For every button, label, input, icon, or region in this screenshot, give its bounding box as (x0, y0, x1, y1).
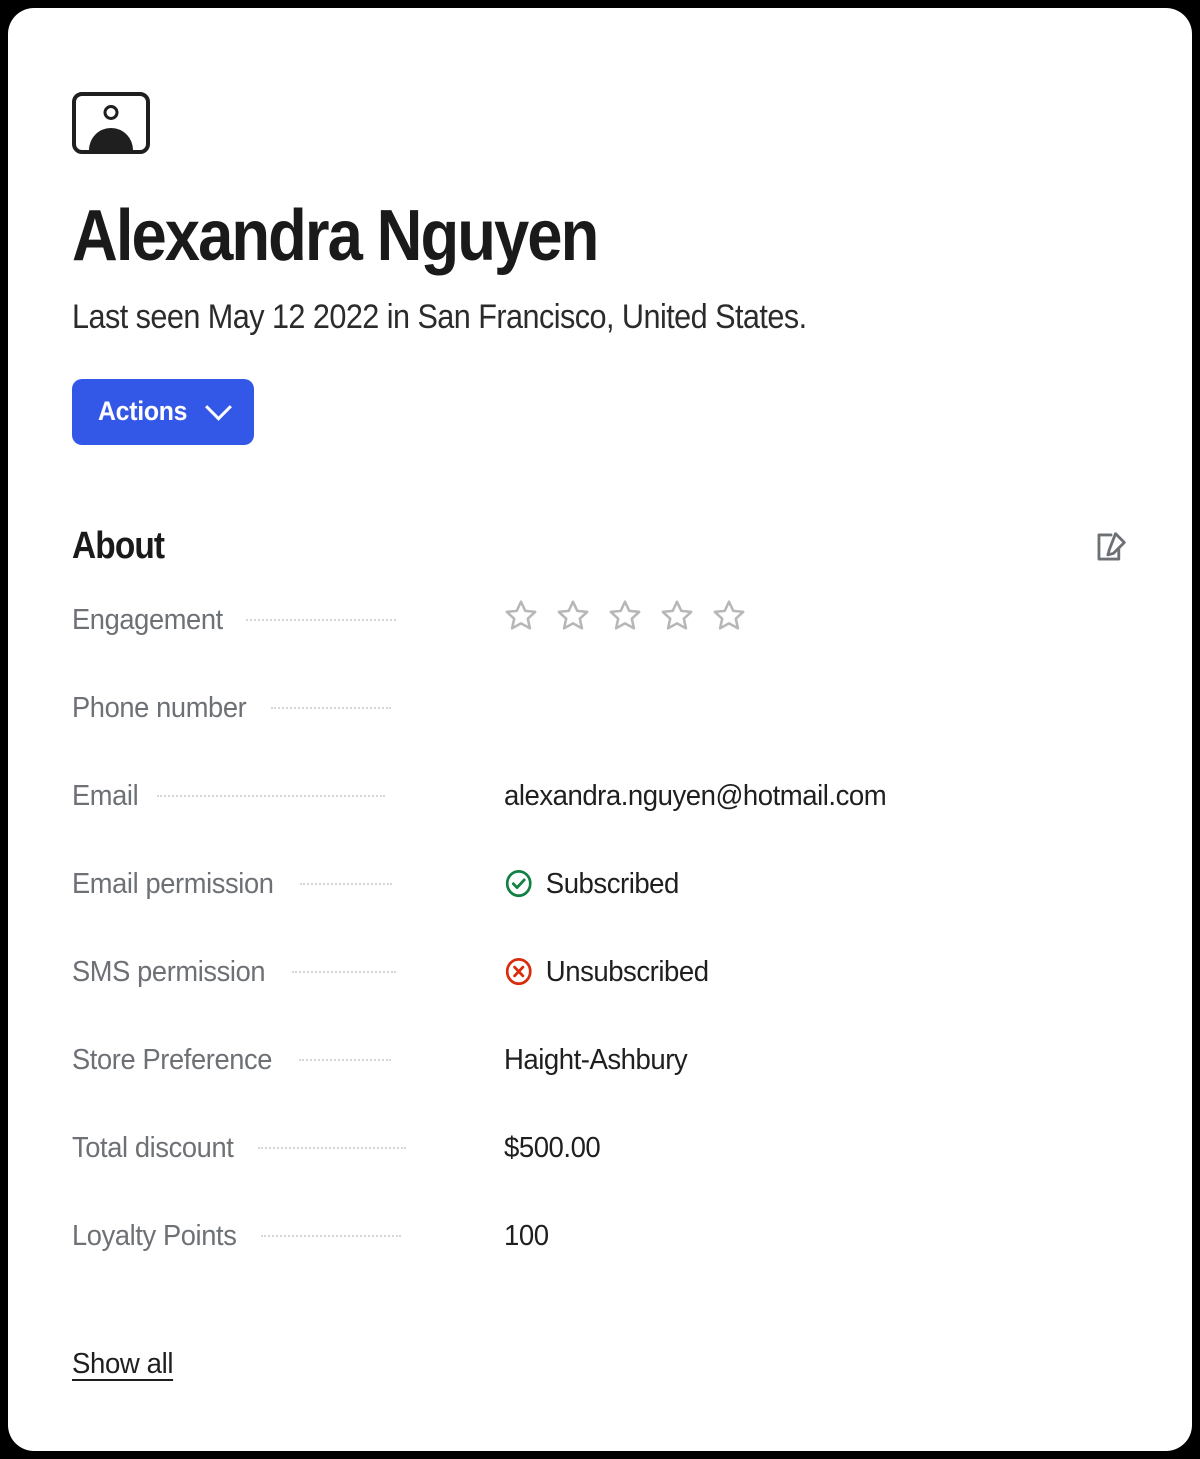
field-row-engagement: Engagement (72, 600, 1128, 692)
about-section-heading: About (72, 525, 165, 568)
leader-dots (300, 882, 393, 886)
leader-dots (257, 1146, 406, 1150)
leader-dots (298, 1058, 391, 1062)
leader-dots (271, 706, 392, 710)
leader-dots (260, 1234, 401, 1238)
avatar-body-shape (89, 128, 133, 150)
field-value: $500.00 (504, 1132, 601, 1165)
field-label: Total discount (72, 1132, 234, 1165)
show-all-link[interactable]: Show all (72, 1348, 173, 1381)
field-row-loyalty-points: Loyalty Points 100 (72, 1220, 1128, 1308)
actions-button-label: Actions (98, 396, 188, 427)
field-label: Engagement (72, 604, 223, 637)
field-value: alexandra.nguyen@hotmail.com (504, 780, 887, 813)
field-value: Haight-Ashbury (504, 1044, 688, 1077)
field-row-email: Email alexandra.nguyen@hotmail.com (72, 780, 1128, 868)
circle-x-icon (504, 956, 533, 987)
field-value: Subscribed (504, 868, 679, 899)
field-row-phone-number: Phone number (72, 692, 1128, 780)
field-label: Email (72, 780, 139, 813)
field-label: Loyalty Points (72, 1220, 237, 1253)
star-icon[interactable] (504, 598, 538, 632)
chevron-down-icon (204, 393, 232, 421)
status-badge-label: Unsubscribed (545, 956, 709, 989)
about-field-list: Engagement Phone number Email alexandra.… (72, 600, 1128, 1308)
field-label: Store Preference (72, 1044, 273, 1077)
field-row-total-discount: Total discount $500.00 (72, 1132, 1128, 1220)
actions-button[interactable]: Actions (72, 379, 254, 446)
star-icon[interactable] (712, 598, 746, 632)
status-badge-label: Subscribed (545, 868, 680, 901)
person-placeholder-icon (72, 92, 150, 154)
field-row-sms-permission: SMS permission Unsubscribed (72, 956, 1128, 1044)
engagement-rating[interactable] (504, 598, 746, 632)
field-row-email-permission: Email permission Subscribed (72, 868, 1128, 956)
customer-profile-card: Alexandra Nguyen Last seen May 12 2022 i… (8, 8, 1192, 1451)
field-label: Phone number (72, 692, 247, 725)
star-icon[interactable] (660, 598, 694, 632)
page-title: Alexandra Nguyen (72, 196, 599, 276)
circle-check-icon (504, 868, 533, 899)
leader-dots (246, 618, 397, 622)
field-value: 100 (504, 1220, 549, 1253)
field-row-store-preference: Store Preference Haight-Ashbury (72, 1044, 1128, 1132)
last-seen-subtitle: Last seen May 12 2022 in San Francisco, … (72, 298, 807, 336)
leader-dots (156, 794, 385, 798)
field-value: Unsubscribed (504, 956, 709, 987)
star-icon[interactable] (556, 598, 590, 632)
field-label: SMS permission (72, 956, 266, 989)
star-icon[interactable] (608, 598, 642, 632)
avatar-head-shape (103, 105, 119, 120)
field-label: Email permission (72, 868, 274, 901)
leader-dots (291, 970, 396, 974)
edit-pencil-icon[interactable] (1094, 530, 1128, 564)
